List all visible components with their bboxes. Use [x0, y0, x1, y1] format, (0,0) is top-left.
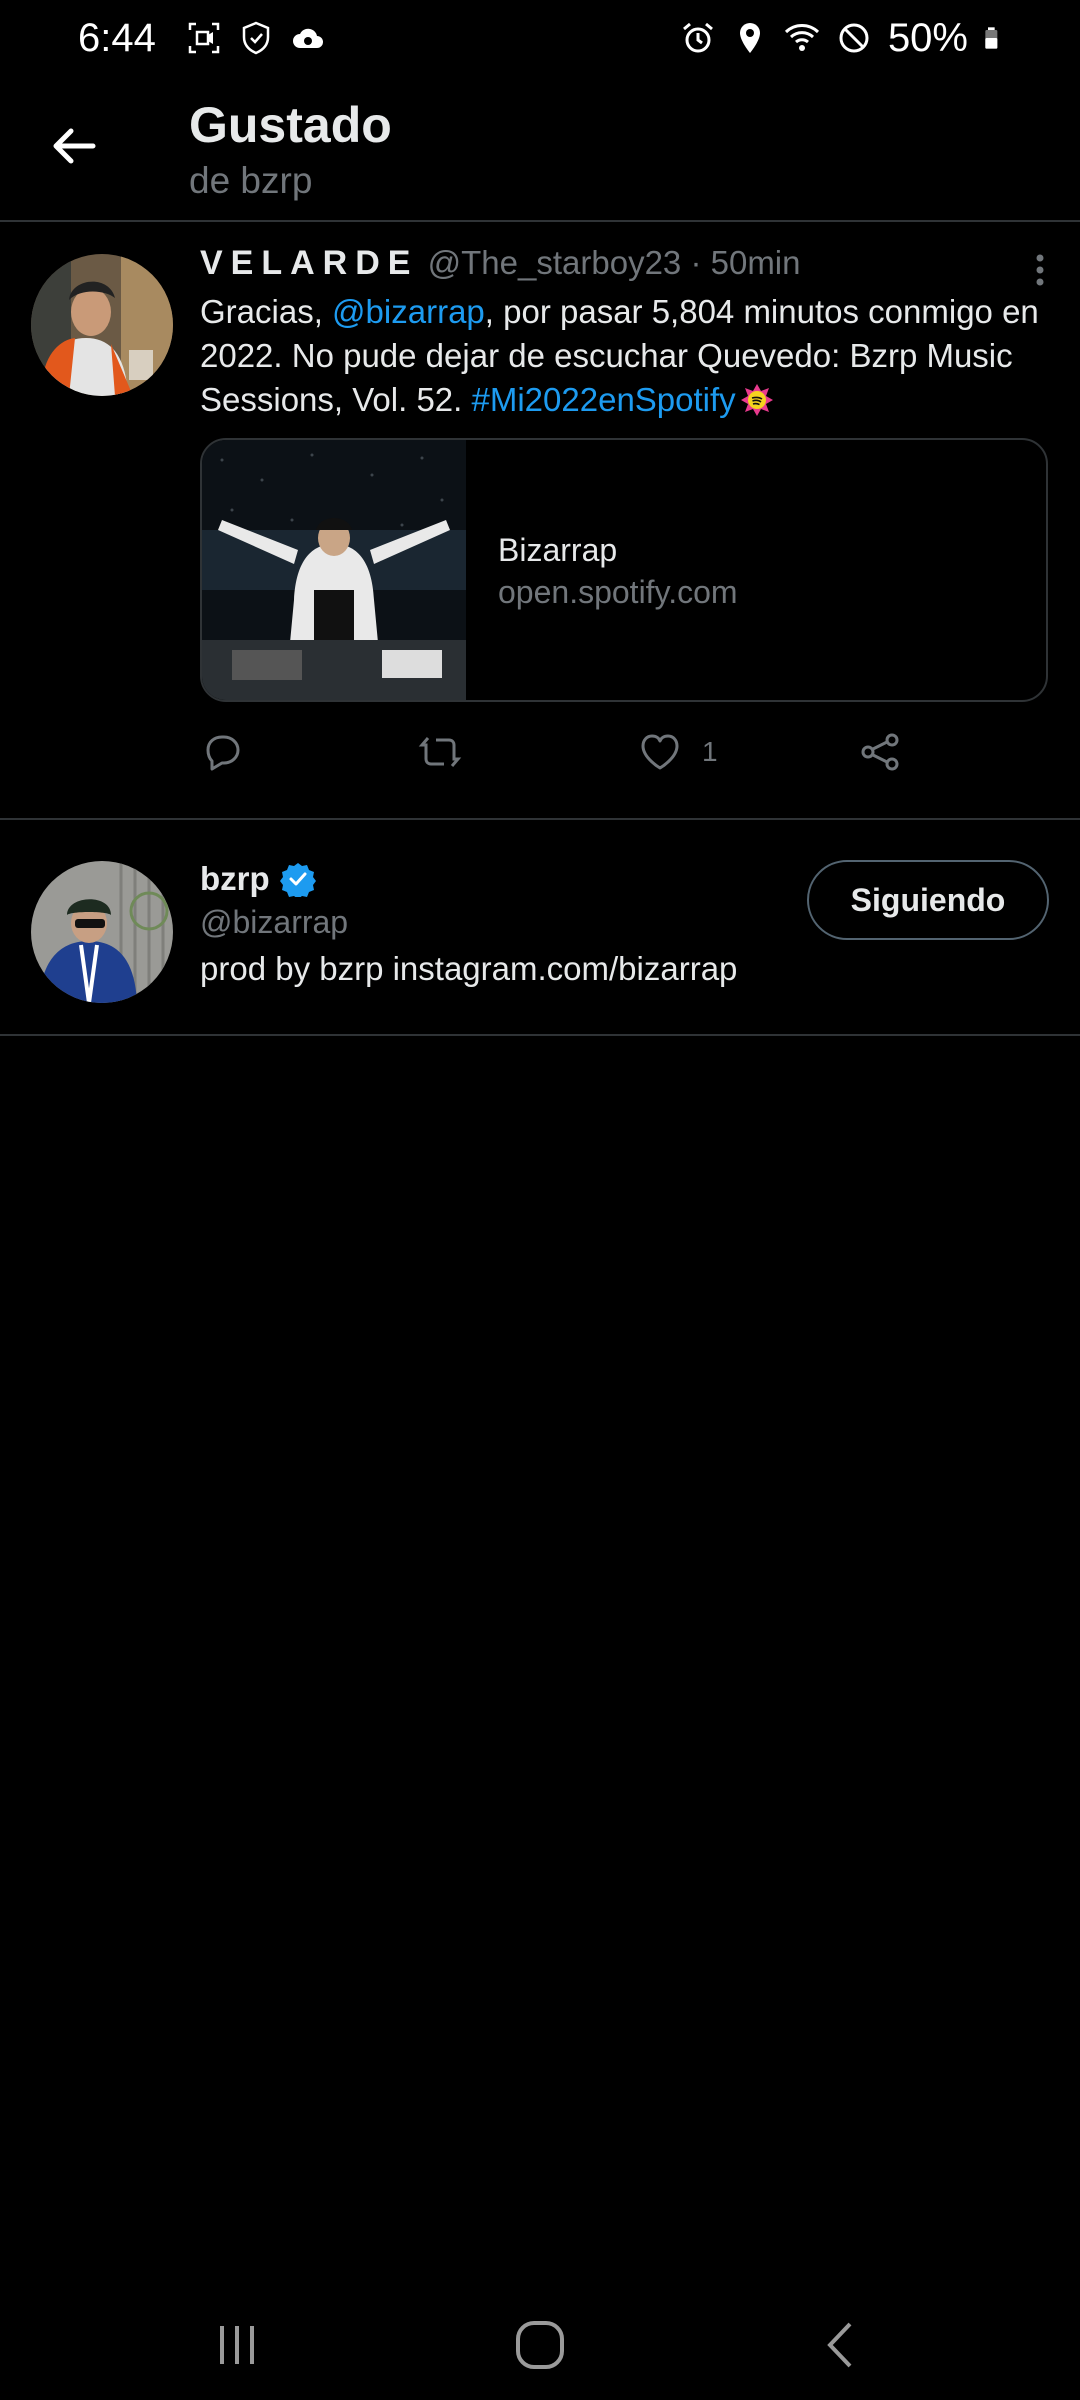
following-button[interactable]: Siguiendo	[807, 860, 1049, 940]
card-title: Bizarrap	[498, 532, 618, 568]
tweet-timestamp: · 50min	[690, 244, 801, 281]
system-back-button[interactable]	[808, 2310, 878, 2380]
card-thumbnail-image	[202, 440, 466, 700]
status-time: 6:44	[78, 15, 156, 60]
reply-button[interactable]	[200, 724, 244, 780]
chevron-left-icon	[827, 2322, 852, 2368]
do-not-disturb-icon	[839, 23, 869, 53]
more-options-icon[interactable]	[1020, 250, 1060, 290]
tweet-actions: 1	[200, 724, 960, 784]
tweet-text: Gracias, @bizarrap, por pasar 5,804 minu…	[200, 290, 1060, 422]
retweet-button[interactable]	[418, 724, 462, 780]
user-cell[interactable]: bzrp @bizarrap prod by bzrp instagram.co…	[0, 820, 1080, 1036]
tweet-author-name[interactable]: VELARDE	[200, 244, 418, 282]
tweet-header: VELARDE @The_starboy23 · 50min	[200, 244, 1020, 283]
recent-apps-button[interactable]	[202, 2310, 272, 2380]
user-bio: prod by bzrp instagram.com/bizarrap	[200, 950, 738, 987]
link-preview-card[interactable]: Bizarrap open.spotify.com	[200, 438, 1048, 702]
screen-record-icon	[188, 22, 220, 54]
user-handle: @bizarrap	[200, 904, 349, 940]
arrow-left-icon	[53, 128, 96, 164]
location-icon	[739, 23, 760, 53]
status-left: 6:44	[78, 16, 326, 61]
back-button[interactable]	[44, 116, 104, 176]
home-icon	[516, 2321, 564, 2369]
tweet-author-handle[interactable]: @The_starboy23	[428, 244, 682, 281]
like-button[interactable]: 1	[638, 724, 718, 780]
avatar-image	[31, 254, 173, 396]
battery-percent: 50%	[887, 15, 968, 60]
card-domain: open.spotify.com	[498, 574, 738, 610]
retweet-icon	[418, 737, 462, 767]
user-name-row: bzrp	[200, 860, 316, 898]
tweet-author-avatar[interactable]	[31, 254, 173, 396]
spotify-wrapped-emoji-icon	[740, 384, 773, 416]
cloud-sync-icon	[292, 28, 323, 48]
home-button[interactable]	[505, 2310, 575, 2380]
battery-icon	[985, 27, 998, 49]
hashtag-link[interactable]: #Mi2022enSpotify	[472, 381, 736, 418]
user-avatar[interactable]	[31, 861, 173, 1003]
page-title: Gustado	[189, 97, 392, 153]
share-button[interactable]	[858, 724, 902, 780]
avatar-image	[31, 861, 173, 1003]
page-subtitle: de bzrp	[189, 160, 313, 201]
tweet-text-part: Gracias,	[200, 293, 333, 330]
heart-icon	[641, 734, 679, 770]
mention-link[interactable]: @bizarrap	[332, 293, 485, 330]
wifi-icon	[784, 24, 819, 51]
share-icon	[861, 733, 899, 771]
tweet[interactable]: VELARDE @The_starboy23 · 50min Gracias, …	[0, 224, 1080, 820]
reply-icon	[206, 735, 240, 771]
verified-badge-icon	[279, 863, 316, 897]
user-display-name[interactable]: bzrp	[200, 860, 270, 898]
status-bar: 6:44 50%	[0, 0, 1080, 76]
status-right: 50%	[680, 16, 1008, 61]
app-header: Gustado de bzrp	[0, 76, 1080, 222]
like-count: 1	[702, 736, 718, 767]
recent-apps-icon	[220, 2326, 254, 2364]
alarm-icon	[682, 22, 713, 53]
shield-icon	[242, 21, 270, 55]
system-nav-bar	[0, 2290, 1080, 2400]
